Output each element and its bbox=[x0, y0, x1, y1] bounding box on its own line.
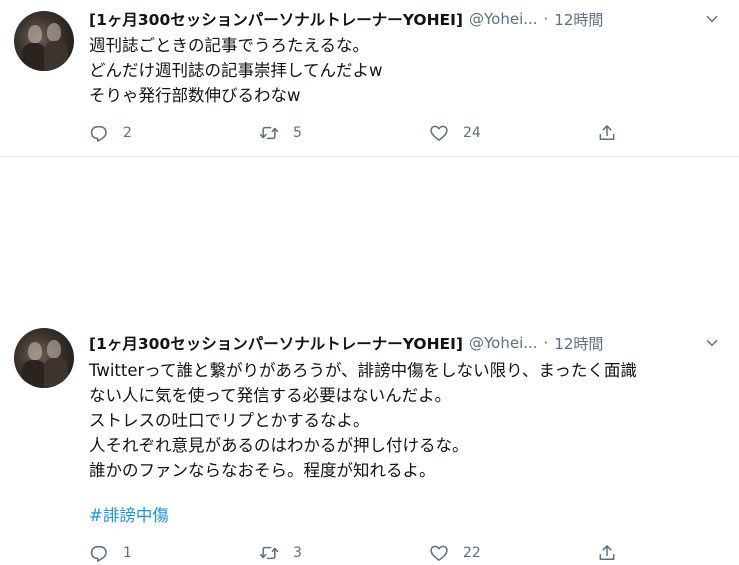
tweet-text-line: 週刊誌ごときの記事でうろたえるな。 bbox=[89, 36, 370, 55]
author-handle[interactable]: @Yohei... bbox=[469, 10, 538, 28]
separator-dot: · bbox=[543, 334, 549, 352]
share-icon bbox=[599, 125, 615, 140]
tweet-header: [1ヶ月300セッションパーソナルトレーナーYOHEI] @Yohei... ·… bbox=[89, 8, 603, 30]
retweet-button[interactable]: 5 bbox=[259, 121, 302, 145]
tweet-text-line: 誰かのファンならなおそら。程度が知れるよ。 bbox=[89, 461, 436, 480]
hashtag-link[interactable]: #誹謗中傷 bbox=[89, 502, 169, 526]
tweet[interactable]: [1ヶ月300セッションパーソナルトレーナーYOHEI] @Yohei... ·… bbox=[0, 157, 739, 562]
chevron-down-icon bbox=[706, 15, 718, 23]
retweet-count: 3 bbox=[293, 545, 302, 561]
more-options-button[interactable] bbox=[701, 332, 723, 354]
reply-count: 1 bbox=[123, 545, 132, 561]
chevron-down-icon bbox=[706, 339, 718, 347]
share-button[interactable] bbox=[597, 121, 617, 145]
tweet-timestamp[interactable]: 12時間 bbox=[554, 9, 603, 30]
retweet-button[interactable]: 3 bbox=[259, 541, 302, 565]
tweet-timestamp[interactable]: 12時間 bbox=[554, 333, 603, 354]
like-button[interactable]: 24 bbox=[429, 121, 481, 145]
retweet-icon bbox=[259, 126, 279, 140]
more-options-button[interactable] bbox=[701, 8, 723, 30]
tweet-header: [1ヶ月300セッションパーソナルトレーナーYOHEI] @Yohei... ·… bbox=[89, 332, 603, 354]
author-name[interactable]: [1ヶ月300セッションパーソナルトレーナーYOHEI] bbox=[89, 8, 463, 30]
reply-count: 2 bbox=[123, 125, 132, 141]
share-icon bbox=[599, 545, 615, 560]
tweet-text-line: 人それぞれ意見があるのはわかるが押し付けるな。 bbox=[89, 436, 469, 455]
tweet-text-line: Twitterって誰と繋がりがあろうが、誹謗中傷をしない限り、まったく面識 bbox=[89, 361, 637, 380]
avatar[interactable] bbox=[14, 11, 74, 71]
tweet-text-line: ストレスの吐口でリプとかするなよ。 bbox=[89, 411, 370, 430]
reply-button[interactable]: 1 bbox=[89, 541, 132, 565]
reply-icon bbox=[90, 126, 107, 142]
share-button[interactable] bbox=[597, 541, 617, 565]
like-icon bbox=[430, 125, 448, 141]
tweet-text-line: そりゃ発行部数伸びるわなw bbox=[89, 86, 301, 105]
author-handle[interactable]: @Yohei... bbox=[469, 334, 538, 352]
like-button[interactable]: 22 bbox=[429, 541, 481, 565]
retweet-count: 5 bbox=[293, 125, 302, 141]
like-count: 22 bbox=[463, 545, 481, 561]
separator-dot: · bbox=[543, 10, 549, 28]
tweet-text-line: ない人に気を使って発信する必要はないんだよ。 bbox=[89, 386, 452, 405]
tweet-text-line: どんだけ週刊誌の記事崇拝してんだよw bbox=[89, 61, 383, 80]
retweet-icon bbox=[259, 546, 279, 560]
tweet-text: Twitterって誰と繋がりがあろうが、誹謗中傷をしない限り、まったく面識 ない… bbox=[89, 358, 729, 483]
like-count: 24 bbox=[463, 125, 481, 141]
author-name[interactable]: [1ヶ月300セッションパーソナルトレーナーYOHEI] bbox=[89, 332, 463, 354]
reply-button[interactable]: 2 bbox=[89, 121, 132, 145]
avatar[interactable] bbox=[14, 328, 74, 388]
tweet-text: 週刊誌ごときの記事でうろたえるな。 どんだけ週刊誌の記事崇拝してんだよw そりゃ… bbox=[89, 33, 729, 108]
like-icon bbox=[430, 545, 448, 561]
reply-icon bbox=[90, 546, 107, 562]
tweet[interactable]: [1ヶ月300セッションパーソナルトレーナーYOHEI] @Yohei... ·… bbox=[0, 0, 739, 157]
